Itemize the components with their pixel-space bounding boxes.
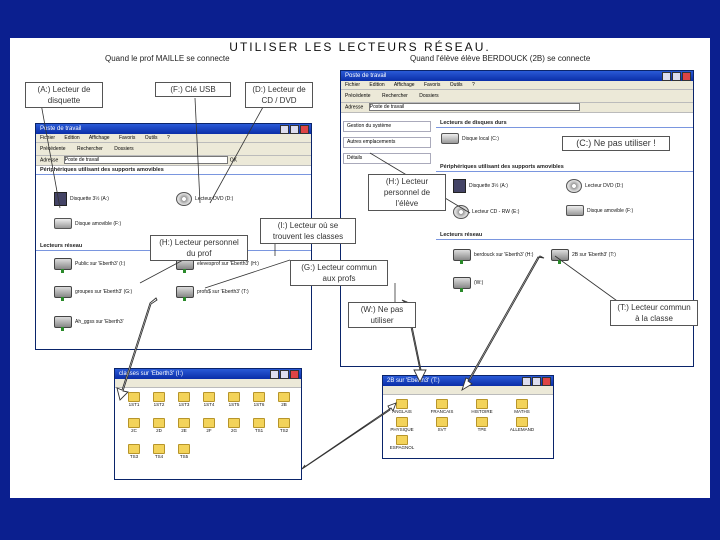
note-h-prof: (H:) Lecteur personnel du prof <box>150 235 248 261</box>
note-c: (C:) Ne pas utiliser ! <box>562 136 670 151</box>
note-w: (W:) Ne pas utiliser <box>348 302 416 328</box>
note-d: (D:) Lecteur de CD / DVD <box>245 82 313 108</box>
note-a: (A:) Lecteur de disquette <box>25 82 103 108</box>
note-h-eleve: (H:) Lecteur personnel de l'élève <box>368 174 446 211</box>
note-i: (I:) Lecteur où se trouvent les classes <box>260 218 356 244</box>
note-t: (T:) Lecteur commun à la classe <box>610 300 698 326</box>
note-f: (F:) Clé USB <box>155 82 231 97</box>
note-g: (G:) Lecteur commun aux profs <box>290 260 388 286</box>
slide: UTILISER LES LECTEURS RÉSEAU. Quand le p… <box>10 38 710 498</box>
